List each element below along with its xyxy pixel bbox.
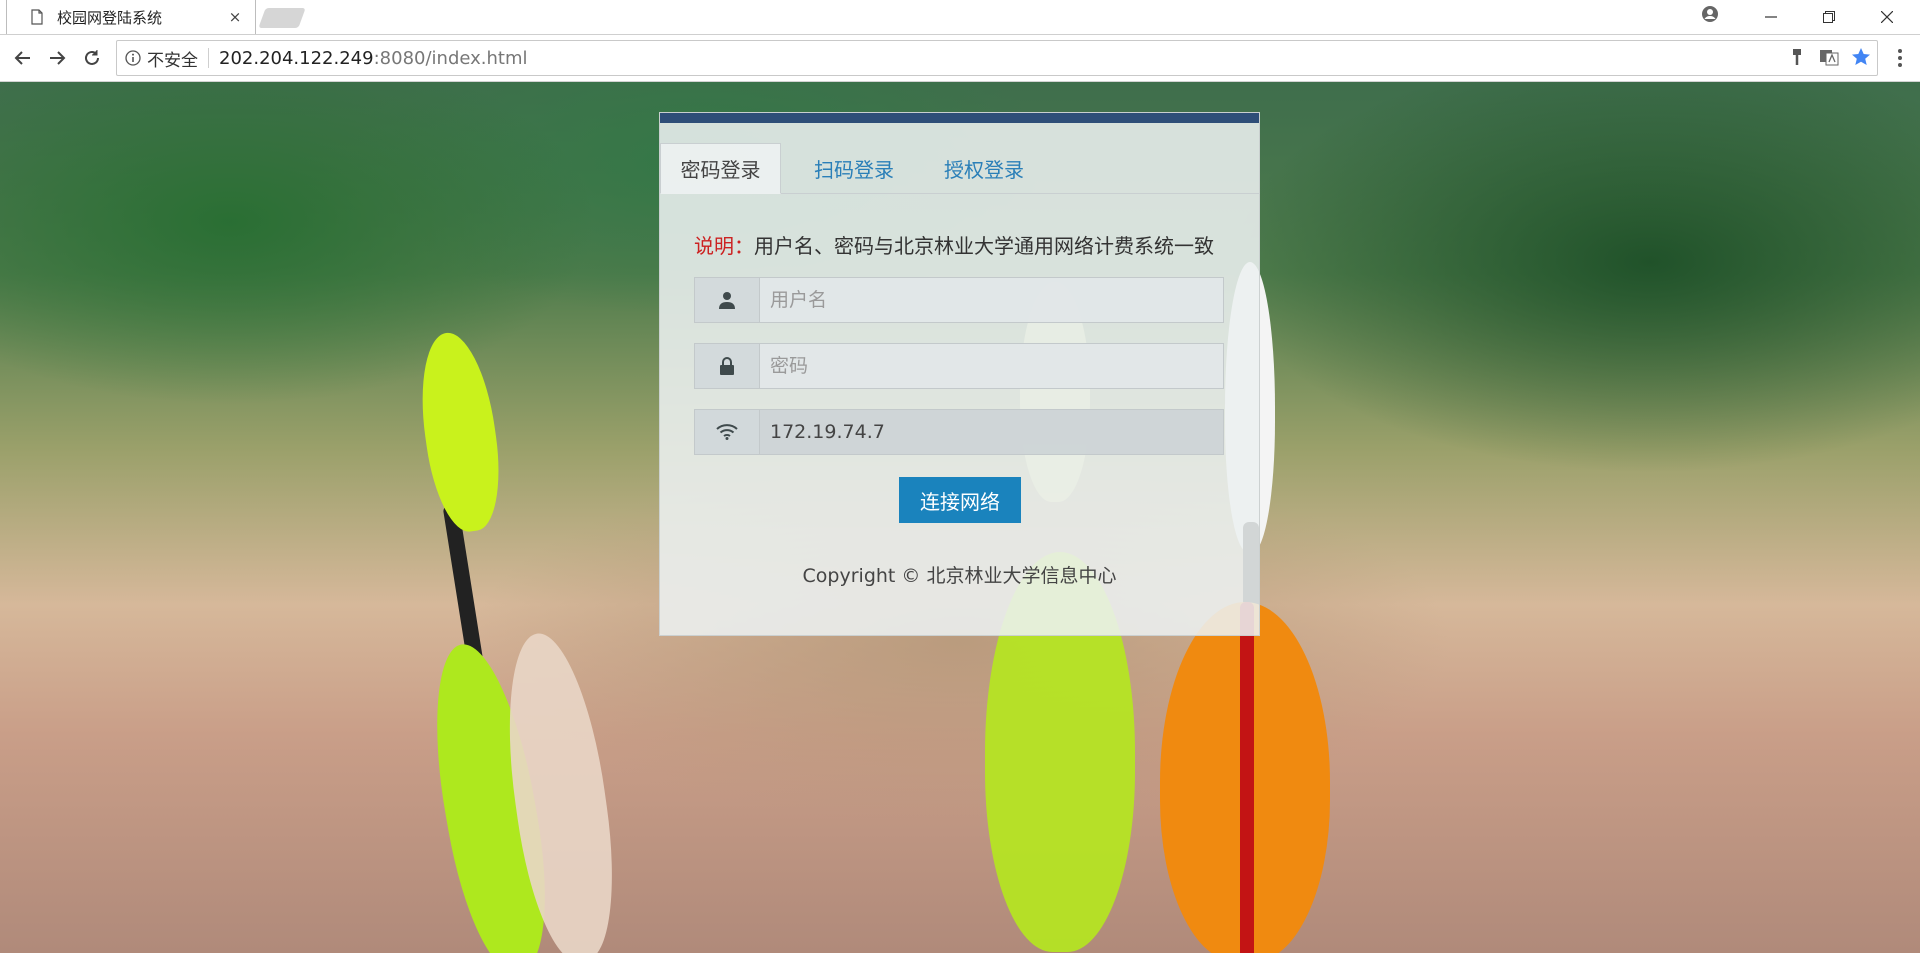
username-input[interactable] — [760, 278, 1223, 322]
user-icon — [719, 292, 735, 309]
username-field — [694, 277, 1224, 323]
copyright-text: Copyright © 北京林业大学信息中心 — [802, 565, 1117, 587]
reload-button[interactable] — [79, 45, 105, 71]
password-addon — [695, 344, 760, 388]
forward-arrow-icon — [50, 51, 66, 65]
panel-top-bar — [660, 113, 1259, 123]
key-icon[interactable] — [1787, 47, 1807, 67]
tab-password-login[interactable]: 密码登录 — [660, 143, 781, 194]
ip-addon — [695, 410, 760, 454]
star-icon[interactable] — [1851, 47, 1871, 67]
login-tabs: 密码登录 扫码登录 授权登录 — [660, 143, 1259, 194]
window-close-icon — [1881, 11, 1893, 23]
wifi-icon — [716, 424, 738, 440]
ip-input[interactable] — [760, 410, 1223, 454]
address-bar[interactable]: 不安全 202.204.122.249 :8080/index.html — [116, 40, 1878, 76]
address-divider — [208, 48, 209, 68]
page-icon — [31, 9, 43, 25]
restore-button[interactable] — [1800, 0, 1858, 34]
tab-authorized-login[interactable]: 授权登录 — [922, 143, 1046, 193]
lock-icon — [720, 357, 734, 375]
note-text: 用户名、密码与北京林业大学通用网络计费系统一致 — [754, 234, 1214, 258]
login-panel: 密码登录 扫码登录 授权登录 说明：用户名、密码与北京林业大学通用网络计费系统一… — [659, 112, 1260, 636]
username-addon — [695, 278, 760, 322]
url-path: :8080/index.html — [373, 47, 528, 69]
browser-menu-button[interactable] — [1890, 45, 1910, 71]
ip-field — [694, 409, 1224, 455]
close-icon[interactable]: × — [223, 5, 247, 29]
url-host: 202.204.122.249 — [219, 47, 374, 69]
account-icon[interactable] — [1700, 4, 1720, 24]
connect-button[interactable]: 连接网络 — [899, 477, 1021, 523]
new-tab-button[interactable] — [258, 8, 306, 28]
security-label[interactable]: 不安全 — [147, 46, 198, 71]
login-note: 说明：用户名、密码与北京林业大学通用网络计费系统一致 — [694, 230, 1214, 259]
tab-title: 校园网登陆系统 — [57, 8, 163, 27]
tab-qrcode-login[interactable]: 扫码登录 — [792, 143, 916, 193]
info-icon[interactable] — [125, 50, 141, 66]
back-button[interactable] — [10, 45, 36, 71]
note-label: 说明： — [694, 234, 754, 258]
minimize-icon — [1765, 16, 1777, 18]
window-close-button[interactable] — [1858, 0, 1916, 34]
password-input[interactable] — [760, 344, 1223, 388]
password-field — [694, 343, 1224, 389]
restore-icon — [1823, 11, 1835, 23]
back-arrow-icon — [14, 51, 30, 65]
menu-icon — [1898, 49, 1902, 67]
reload-icon — [85, 50, 99, 65]
forward-button[interactable] — [44, 45, 70, 71]
tab-strip: 校园网登陆系统 × — [0, 0, 1920, 35]
browser-toolbar: 不安全 202.204.122.249 :8080/index.html — [0, 35, 1920, 82]
translate-icon[interactable] — [1819, 47, 1839, 67]
address-bar-actions — [1787, 47, 1871, 67]
browser-tab[interactable]: 校园网登陆系统 × — [6, 0, 256, 34]
minimize-button[interactable] — [1742, 0, 1800, 34]
